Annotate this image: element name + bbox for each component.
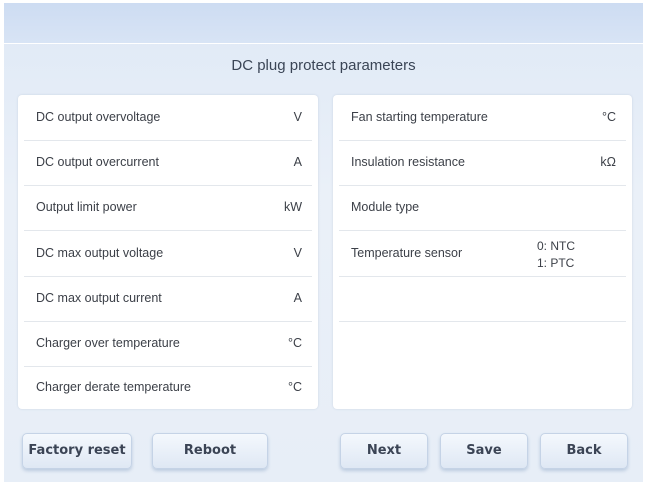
param-label: Fan starting temperature xyxy=(351,110,488,124)
param-row-charger-derate-temperature[interactable]: Charger derate temperature °C xyxy=(24,365,312,410)
param-row-output-limit-power[interactable]: Output limit power kW xyxy=(24,185,312,231)
param-row-insulation-resistance[interactable]: Insulation resistance kΩ xyxy=(339,140,626,186)
factory-reset-button[interactable]: Factory reset xyxy=(22,433,132,469)
param-row-charger-over-temperature[interactable]: Charger over temperature °C xyxy=(24,321,312,367)
back-button[interactable]: Back xyxy=(540,433,628,469)
param-label: Output limit power xyxy=(36,200,137,214)
right-parameter-panel: Fan starting temperature °C Insulation r… xyxy=(333,95,632,409)
param-unit: °C xyxy=(287,380,302,394)
param-row-dc-output-overvoltage[interactable]: DC output overvoltage V xyxy=(24,95,312,141)
param-row-dc-max-output-voltage[interactable]: DC max output voltage V xyxy=(24,231,312,277)
param-label: Charger derate temperature xyxy=(36,380,191,394)
param-unit: V xyxy=(293,246,302,260)
reboot-button[interactable]: Reboot xyxy=(152,433,268,469)
param-unit: °C xyxy=(601,110,616,124)
next-button[interactable]: Next xyxy=(340,433,428,469)
param-label: Module type xyxy=(351,200,420,214)
sensor-option-ptc[interactable]: 1: PTC xyxy=(537,255,575,272)
sensor-options: 0: NTC 1: PTC xyxy=(537,238,575,272)
param-unit: A xyxy=(293,291,302,305)
page-title: DC plug protect parameters xyxy=(231,57,416,74)
param-row-temperature-sensor[interactable]: Temperature sensor 0: NTC 1: PTC xyxy=(339,231,626,277)
left-parameter-panel: DC output overvoltage V DC output overcu… xyxy=(18,95,318,409)
screen: DC plug protect parameters DC output ove… xyxy=(4,3,643,482)
param-unit: A xyxy=(293,155,302,169)
param-row-fan-starting-temperature[interactable]: Fan starting temperature °C xyxy=(339,95,626,141)
param-unit: V xyxy=(293,110,302,124)
param-label: DC max output current xyxy=(36,291,162,305)
param-row-module-type[interactable]: Module type xyxy=(339,185,626,231)
param-unit: kΩ xyxy=(600,155,616,169)
param-label: DC output overvoltage xyxy=(36,110,161,124)
param-row-dc-max-output-current[interactable]: DC max output current A xyxy=(24,276,312,322)
param-unit: kW xyxy=(283,200,302,214)
top-bar xyxy=(4,3,643,44)
param-label: DC output overcurrent xyxy=(36,155,159,169)
param-row-dc-output-overcurrent[interactable]: DC output overcurrent A xyxy=(24,140,312,186)
param-unit: °C xyxy=(287,336,302,350)
param-label: DC max output voltage xyxy=(36,246,164,260)
param-label: Charger over temperature xyxy=(36,336,180,350)
empty-row xyxy=(339,276,626,322)
sensor-option-ntc[interactable]: 0: NTC xyxy=(537,238,575,255)
param-label: Temperature sensor xyxy=(351,246,463,260)
param-label: Insulation resistance xyxy=(351,155,465,169)
empty-row xyxy=(339,321,626,366)
save-button[interactable]: Save xyxy=(440,433,528,469)
